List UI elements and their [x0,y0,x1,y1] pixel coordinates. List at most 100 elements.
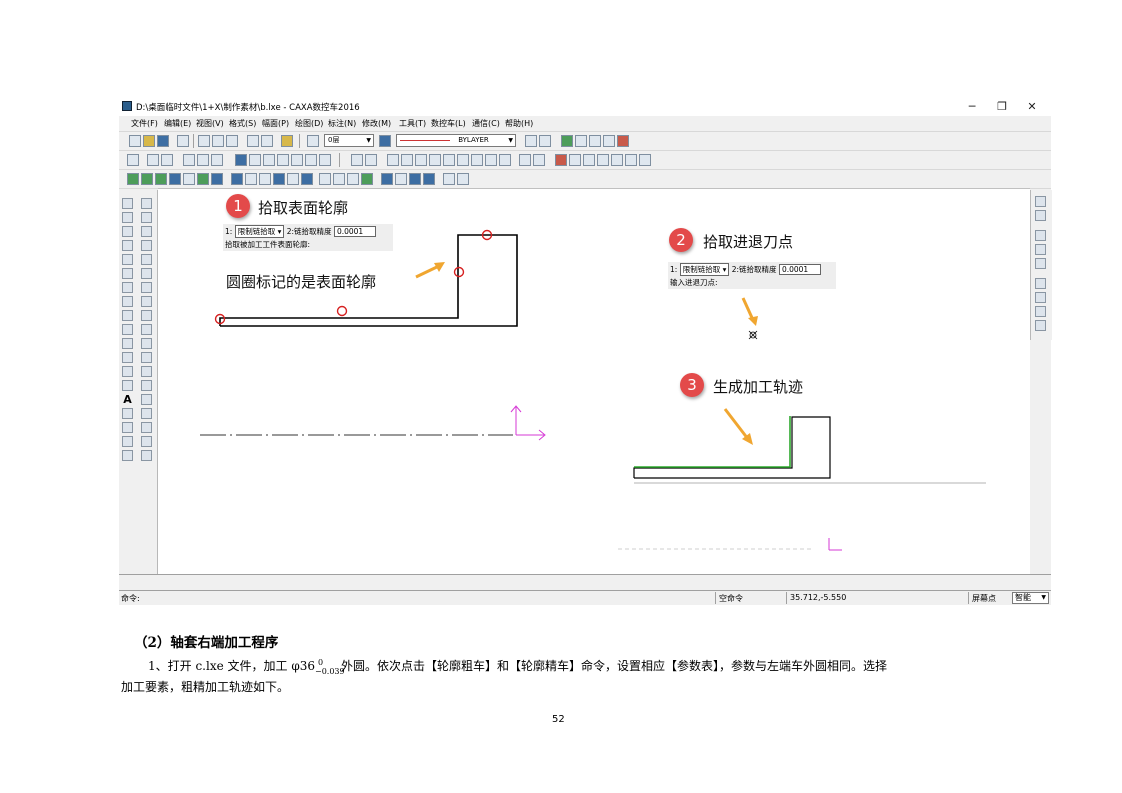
extend-icon[interactable] [291,154,303,166]
fillet-icon[interactable] [141,310,152,321]
horiz-axis-icon[interactable] [273,173,285,185]
menu-draw[interactable]: 绘图(D) [295,118,323,129]
report-icon[interactable] [617,135,629,147]
rotate-icon[interactable] [249,154,261,166]
tool-icon[interactable] [211,173,223,185]
simulate-icon[interactable] [333,173,345,185]
zoom-dynamic-icon[interactable] [639,154,651,166]
roughness-icon[interactable] [415,154,427,166]
gcode-icon[interactable] [231,173,243,185]
edit-path-icon[interactable] [319,173,331,185]
hatch-icon[interactable] [211,154,223,166]
zoom-all-icon[interactable] [597,154,609,166]
scale-tool-icon[interactable] [141,282,152,293]
drill-icon[interactable] [169,173,181,185]
array-tool-icon[interactable] [141,268,152,279]
toolpath-line[interactable] [634,416,791,468]
break-icon[interactable] [141,338,152,349]
redraw-icon[interactable] [569,154,581,166]
lib-icon[interactable] [1035,278,1046,289]
copy-icon[interactable] [212,135,224,147]
zoom-prev-icon[interactable] [611,154,623,166]
code-tool-icon[interactable] [122,450,133,461]
move-cross-icon[interactable] [141,212,152,223]
bar-icon[interactable] [197,173,209,185]
lib-2-icon[interactable] [1035,292,1046,303]
copy-object-icon[interactable] [141,226,152,237]
point-icon[interactable] [122,268,133,279]
close-icon[interactable]: ✕ [1017,99,1047,115]
polyline-icon[interactable] [122,324,133,335]
scale-icon[interactable] [263,154,275,166]
groove-icon[interactable] [155,173,167,185]
new-file-icon[interactable] [129,135,141,147]
view-front-icon[interactable] [1035,196,1046,207]
view-tool-icon[interactable] [122,408,133,419]
save-icon[interactable] [157,135,169,147]
arc-icon[interactable] [122,240,133,251]
minimize-icon[interactable]: ─ [957,99,987,115]
weld-icon[interactable] [457,154,469,166]
section-icon[interactable] [471,154,483,166]
chamfer-dim-icon[interactable] [499,154,511,166]
undo-icon[interactable] [247,135,259,147]
fill-icon[interactable] [122,380,133,391]
menu-modify[interactable]: 修改(M) [362,118,391,129]
mirror-icon[interactable] [305,154,317,166]
color-icon[interactable] [379,135,391,147]
print-icon[interactable] [177,135,189,147]
text-tool-icon[interactable]: A [122,394,133,405]
menu-format[interactable]: 格式(S) [229,118,256,129]
feed-icon[interactable] [361,173,373,185]
chain-pick-select[interactable]: 限制链拾取 ▾ [679,263,730,276]
post-icon[interactable] [423,173,435,185]
zoom-scale-icon[interactable] [625,154,637,166]
line-width-icon[interactable] [525,135,537,147]
tolerance-icon[interactable] [443,154,455,166]
circle-icon[interactable] [122,226,133,237]
menu-cnc-lathe[interactable]: 数控车(L) [431,118,466,129]
extend-tool-icon[interactable] [141,324,152,335]
pen-icon[interactable] [141,198,152,209]
paste-icon[interactable] [226,135,238,147]
help-icon[interactable] [281,135,293,147]
layer-select[interactable]: 0层 ▼ [324,134,374,147]
menu-tools[interactable]: 工具(T) [399,118,426,129]
stretch-icon[interactable] [141,352,152,363]
list-2-icon[interactable] [457,173,469,185]
view-3d-icon[interactable] [1035,210,1046,221]
finish-turn-icon[interactable] [141,173,153,185]
view-side-icon[interactable] [1035,230,1046,241]
lib-4-icon[interactable] [1035,320,1046,331]
pan-icon[interactable] [533,154,545,166]
vert-axis-icon[interactable] [259,173,271,185]
thread-icon[interactable] [183,173,195,185]
drawing-canvas[interactable]: 1 拾取表面轮廓 圆圈标记的是表面轮廓 2 拾取进退刀点 3 生成加工轨迹 1:… [158,188,1030,575]
list-icon[interactable] [443,173,455,185]
center-line-icon[interactable] [122,310,133,321]
cut-icon[interactable] [198,135,210,147]
reverse-icon[interactable] [347,173,359,185]
open-file-icon[interactable] [143,135,155,147]
thread-tool-icon[interactable] [141,422,152,433]
command-line[interactable] [119,574,1051,591]
insert-icon[interactable] [183,154,195,166]
line-icon[interactable] [122,198,133,209]
menu-dimension[interactable]: 标注(N) [328,118,356,129]
move-icon[interactable] [235,154,247,166]
dimension-icon[interactable] [351,154,363,166]
restore-icon[interactable]: ❐ [987,99,1017,115]
leader-icon[interactable] [401,154,413,166]
rotate-tool-icon[interactable] [141,254,152,265]
rough-turn-icon[interactable] [127,173,139,185]
precision-input[interactable]: 0.0001 [778,264,821,275]
text-icon[interactable] [387,154,399,166]
rectangle-icon[interactable] [122,296,133,307]
balloon-icon[interactable] [485,154,497,166]
menu-help[interactable]: 帮助(H) [505,118,533,129]
zoom-icon[interactable] [519,154,531,166]
erase-icon[interactable] [555,154,567,166]
block-icon[interactable] [197,154,209,166]
array-icon[interactable] [319,154,331,166]
frame-icon[interactable] [147,154,159,166]
